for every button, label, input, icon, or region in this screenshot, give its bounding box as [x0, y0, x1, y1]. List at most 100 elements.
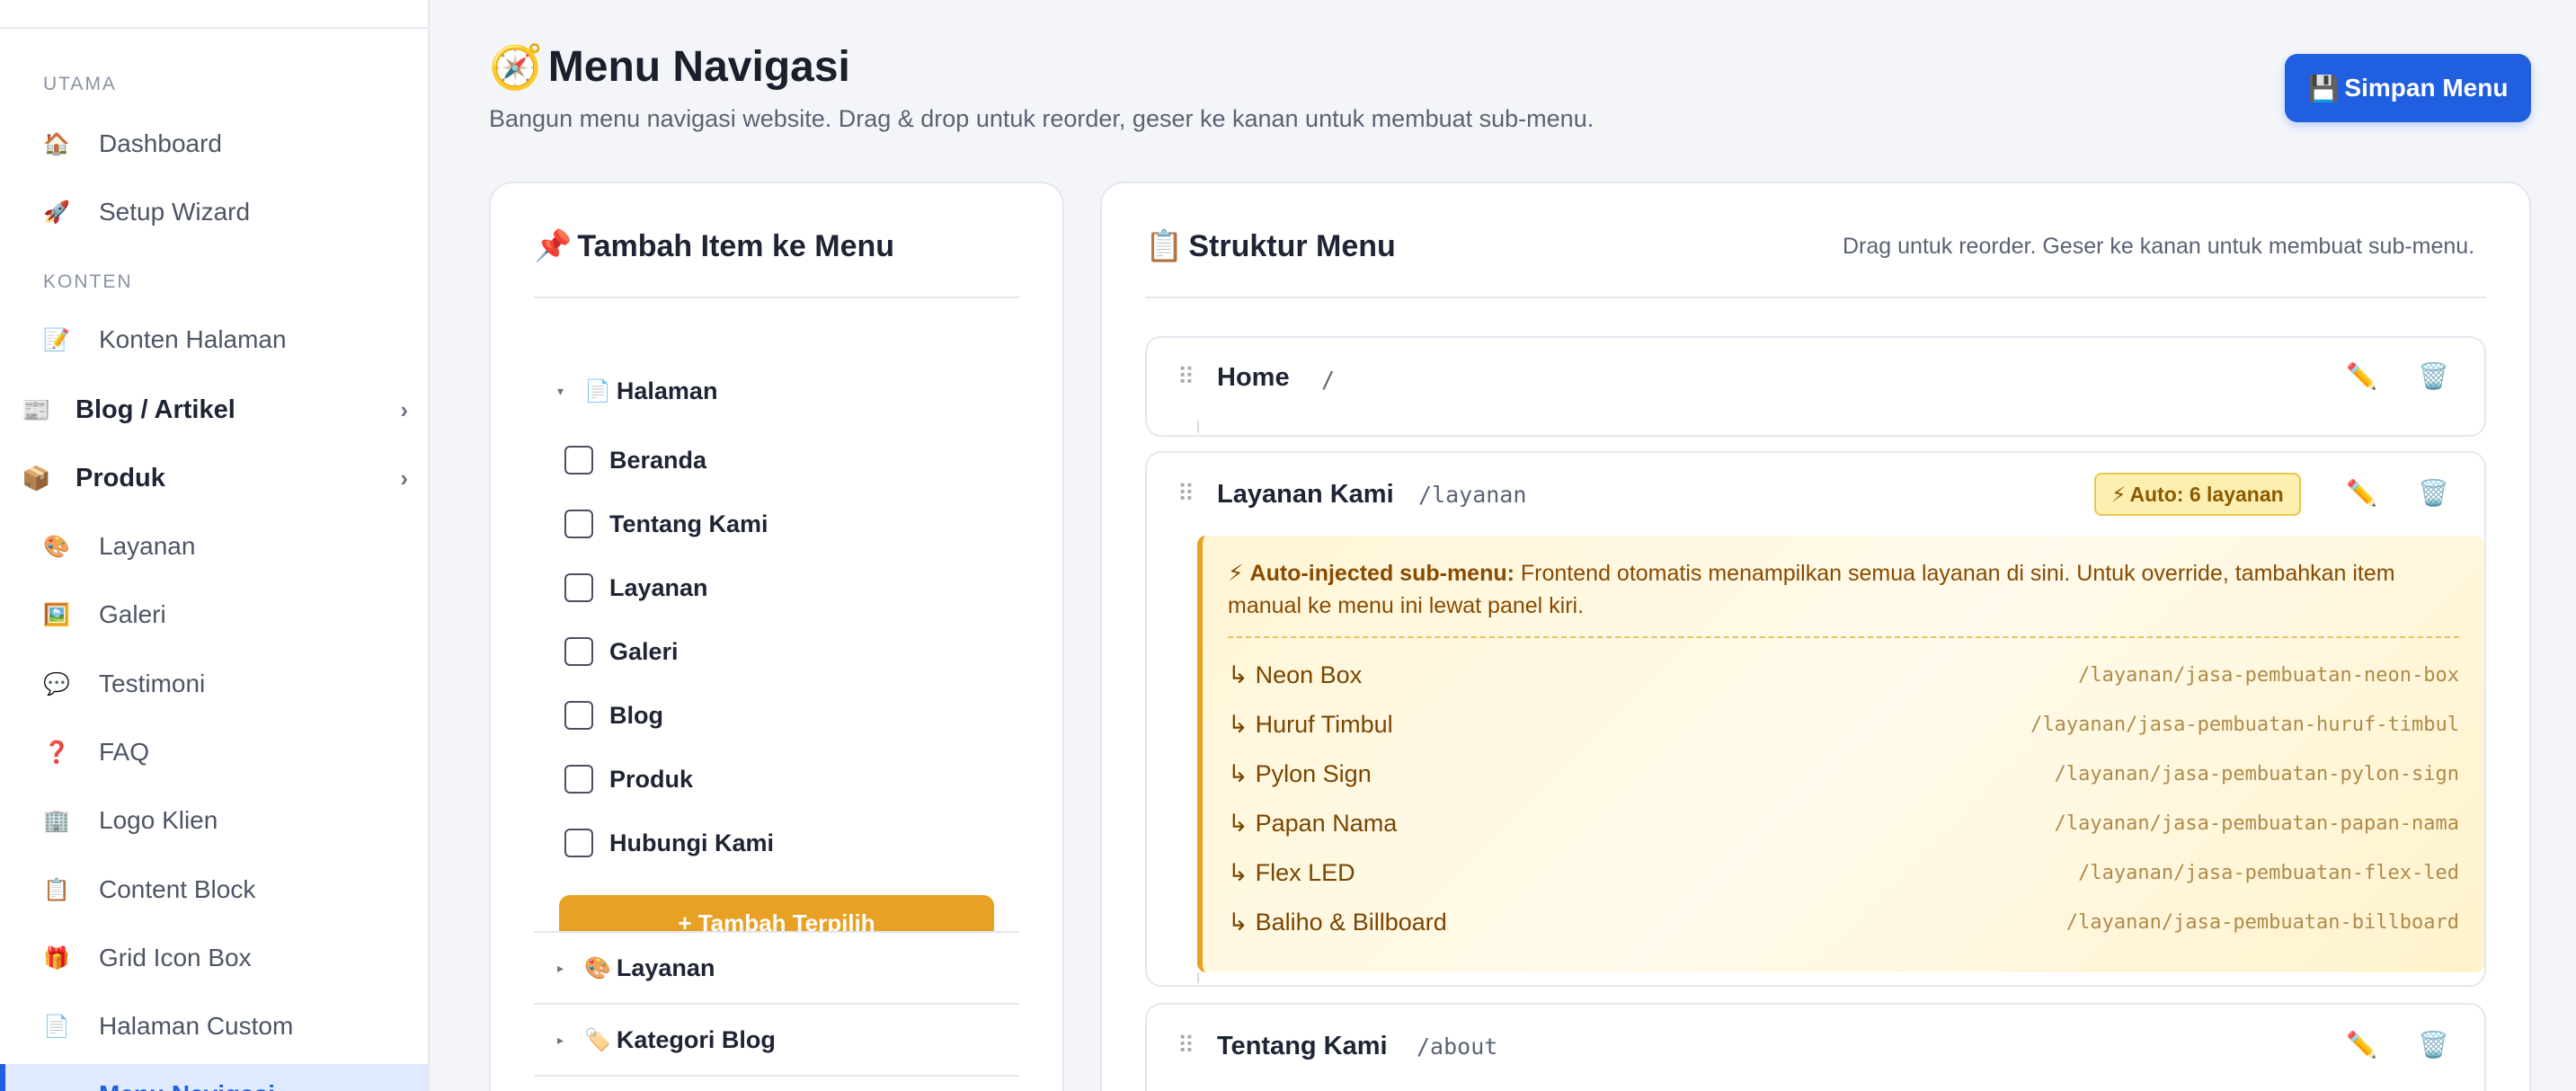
- page-option-beranda[interactable]: Beranda: [564, 446, 706, 475]
- tree-guide-line: [1197, 421, 1199, 433]
- drag-handle-icon[interactable]: ⠿: [1177, 1032, 1195, 1060]
- auto-subitem-label: Papan Nama: [1255, 810, 1398, 837]
- sidebar-item-dashboard[interactable]: 🏠 Dashboard: [43, 117, 403, 171]
- auto-injected-note: ⚡ Auto-injected sub-menu: Frontend otoma…: [1228, 557, 2459, 622]
- auto-subitem-label: Neon Box: [1255, 661, 1363, 688]
- page-icon: 📄: [584, 379, 611, 404]
- page-option-label: Tentang Kami: [609, 510, 768, 537]
- sidebar-divider: [0, 27, 430, 29]
- menu-item-label: Home: [1217, 363, 1290, 392]
- auto-subitem-label: Baliho & Billboard: [1255, 909, 1447, 936]
- sidebar-item-grid-icon-box[interactable]: 🎁 Grid Icon Box: [43, 931, 403, 985]
- sidebar-item-layanan[interactable]: 🎨 Layanan: [43, 519, 403, 573]
- trash-icon[interactable]: 🗑️: [2418, 1030, 2449, 1060]
- auto-subitem-label: Flex LED: [1255, 859, 1355, 886]
- page-option-hubungi-kami[interactable]: Hubungi Kami: [564, 829, 774, 857]
- trash-icon[interactable]: 🗑️: [2418, 478, 2449, 508]
- auto-subitem: ↳ Huruf Timbul /layanan/jasa-pembuatan-h…: [1228, 711, 2459, 739]
- sidebar-item-galeri[interactable]: 🖼️ Galeri: [43, 588, 403, 642]
- menu-item-label: Layanan Kami: [1217, 480, 1394, 509]
- sidebar-item-content-block[interactable]: 📋 Content Block: [43, 863, 403, 917]
- sidebar-item-label: Layanan: [99, 532, 196, 560]
- checkbox[interactable]: [564, 446, 593, 475]
- sidebar-item-faq[interactable]: ❓ FAQ: [43, 725, 403, 779]
- sidebar-item-logo-klien[interactable]: 🏢 Logo Klien: [43, 794, 403, 847]
- auto-injected-title: Auto-injected sub-menu:: [1249, 561, 1515, 586]
- page-option-layanan[interactable]: Layanan: [564, 573, 708, 602]
- page-subtitle: Bangun menu navigasi website. Drag & dro…: [489, 105, 1594, 132]
- sidebar-group-blog[interactable]: 📰 Blog / Artikel ›: [22, 383, 408, 437]
- sidebar-item-halaman-custom[interactable]: 📄 Halaman Custom: [43, 999, 403, 1053]
- save-menu-button[interactable]: 💾 Simpan Menu: [2285, 54, 2531, 122]
- page-option-label: Layanan: [609, 573, 708, 601]
- chevron-right-icon: ›: [400, 395, 408, 423]
- menu-structure-title-text: Struktur Menu: [1188, 228, 1396, 263]
- package-icon: 📦: [22, 464, 51, 492]
- edit-pencil-icon[interactable]: ✏️: [2346, 361, 2377, 391]
- drag-handle-icon[interactable]: ⠿: [1177, 480, 1195, 508]
- checkbox[interactable]: [564, 573, 593, 602]
- auto-subitem-label: Huruf Timbul: [1255, 711, 1393, 738]
- rocket-icon: 🚀: [43, 200, 70, 225]
- menu-item-url: /: [1321, 367, 1336, 393]
- accordion-label: Halaman: [616, 377, 718, 404]
- question-icon: ❓: [43, 740, 70, 765]
- auto-subitem-url: /layanan/jasa-pembuatan-huruf-timbul: [2030, 714, 2459, 736]
- checkbox[interactable]: [564, 637, 593, 666]
- sidebar-group-label: Produk: [76, 463, 165, 492]
- auto-subitem-url: /layanan/jasa-pembuatan-pylon-sign: [2054, 763, 2459, 785]
- home-icon: 🏠: [43, 131, 70, 156]
- auto-subitem: ↳ Flex LED /layanan/jasa-pembuatan-flex-…: [1228, 859, 2459, 887]
- sidebar-section-utama: UTAMA: [43, 74, 117, 94]
- auto-subitem-url: /layanan/jasa-pembuatan-neon-box: [2078, 664, 2459, 687]
- accordion-label: Kategori Blog: [616, 1026, 776, 1053]
- palette-icon: 🎨: [584, 956, 611, 980]
- menu-structure-title: 📋 Struktur Menu: [1145, 228, 1396, 264]
- checkbox[interactable]: [564, 701, 593, 730]
- pushpin-icon: 📌: [534, 229, 573, 263]
- checkbox[interactable]: [564, 829, 593, 857]
- page-option-produk[interactable]: Produk: [564, 765, 693, 794]
- page-option-blog[interactable]: Blog: [564, 701, 663, 730]
- menu-item-home[interactable]: [1145, 336, 2486, 437]
- sidebar-group-produk[interactable]: 📦 Produk ›: [22, 451, 408, 505]
- page-option-label: Produk: [609, 765, 694, 793]
- accordion-divider: [534, 1075, 1019, 1077]
- triangle-down-icon: ▾: [557, 384, 564, 398]
- lightning-icon: ⚡: [1228, 561, 1244, 586]
- edit-pencil-icon[interactable]: ✏️: [2346, 478, 2377, 508]
- checkbox[interactable]: [564, 510, 593, 538]
- drag-handle-icon[interactable]: ⠿: [1177, 363, 1195, 391]
- palette-icon: 🎨: [43, 534, 70, 559]
- triangle-right-icon: ▸: [557, 961, 564, 975]
- accordion-kategori-blog[interactable]: ▸ 🏷️ Kategori Blog: [557, 1026, 776, 1054]
- add-item-panel-title-text: Tambah Item ke Menu: [577, 228, 895, 263]
- sidebar-item-konten-halaman[interactable]: 📝 Konten Halaman: [43, 313, 403, 367]
- picture-icon: 🖼️: [43, 602, 70, 627]
- page-option-label: Galeri: [609, 637, 679, 665]
- trash-icon[interactable]: 🗑️: [2418, 361, 2449, 391]
- checkbox[interactable]: [564, 765, 593, 794]
- menu-item-url: /about: [1417, 1033, 1498, 1060]
- sidebar-item-label: Konten Halaman: [99, 325, 287, 353]
- sidebar-item-menu-navigasi[interactable]: Menu Navigasi: [0, 1064, 428, 1091]
- triangle-right-icon: ▸: [557, 1033, 564, 1047]
- chevron-right-icon: ›: [400, 464, 408, 492]
- page-option-tentang-kami[interactable]: Tentang Kami: [564, 510, 768, 538]
- accordion-layanan[interactable]: ▸ 🎨 Layanan: [557, 954, 715, 982]
- menu-item-url: /layanan: [1418, 482, 1527, 508]
- page-option-galeri[interactable]: Galeri: [564, 637, 679, 666]
- sidebar-item-testimoni[interactable]: 💬 Testimoni: [43, 657, 403, 711]
- lightning-icon: ⚡: [2111, 482, 2127, 506]
- sidebar-group-label: Blog / Artikel: [76, 395, 235, 424]
- add-selected-button[interactable]: + Tambah Terpilih: [559, 895, 994, 931]
- save-menu-label: Simpan Menu: [2344, 74, 2509, 102]
- sidebar-item-setup-wizard[interactable]: 🚀 Setup Wizard: [43, 185, 403, 239]
- auto-subitem-label: Pylon Sign: [1255, 760, 1372, 787]
- accordion-divider: [534, 931, 1019, 933]
- auto-subitem-arrow: ↳: [1228, 661, 1248, 688]
- accordion-halaman[interactable]: ▾ 📄 Halaman: [557, 377, 717, 405]
- edit-pencil-icon[interactable]: ✏️: [2346, 1030, 2377, 1060]
- auto-subitem-arrow: ↳: [1228, 711, 1248, 738]
- auto-subitem: ↳ Pylon Sign /layanan/jasa-pembuatan-pyl…: [1228, 760, 2459, 788]
